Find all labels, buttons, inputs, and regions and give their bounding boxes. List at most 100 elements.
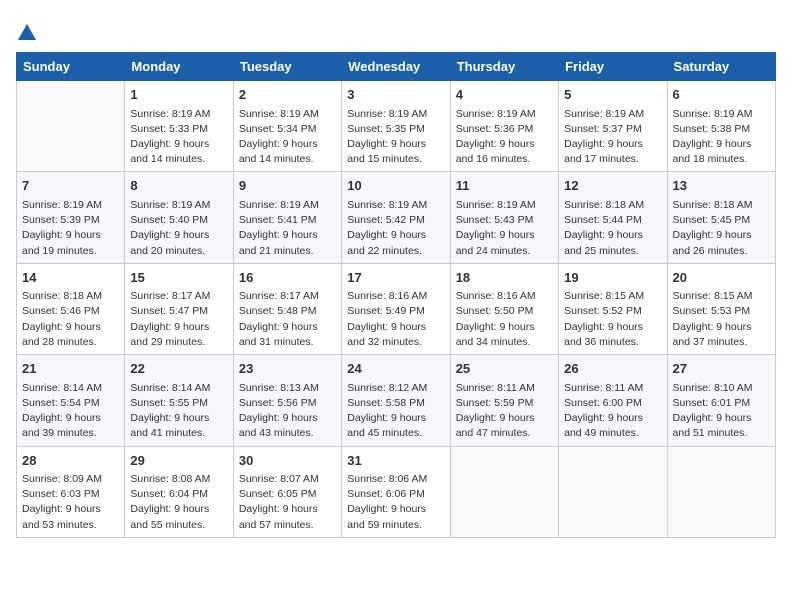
day-info-line: and 18 minutes. <box>673 152 770 167</box>
week-row-5: 28Sunrise: 8:09 AMSunset: 6:03 PM Dayligh… <box>17 446 776 537</box>
day-info-line: Sunrise: 8:15 AM <box>673 289 770 304</box>
col-header-friday: Friday <box>559 53 667 81</box>
day-info-line: and 14 minutes. <box>239 152 336 167</box>
day-cell: 10Sunrise: 8:19 AMSunset: 5:42 PMDayligh… <box>342 172 450 263</box>
day-info-line: Daylight: 9 hours <box>456 320 553 335</box>
day-info-line: Sunrise: 8:19 AM <box>347 198 444 213</box>
day-cell: 8Sunrise: 8:19 AMSunset: 5:40 PMDaylight… <box>125 172 233 263</box>
day-cell: 26Sunrise: 8:11 AMSunset: 6:00 PMDayligh… <box>559 355 667 446</box>
day-info-line: and 28 minutes. <box>22 335 119 350</box>
day-number: 24 <box>347 359 444 379</box>
day-info-line: and 22 minutes. <box>347 244 444 259</box>
day-info-line: and 14 minutes. <box>130 152 227 167</box>
day-number: 7 <box>22 176 119 196</box>
day-number: 2 <box>239 85 336 105</box>
day-info-line: Sunrise: 8:19 AM <box>347 107 444 122</box>
day-cell: 11Sunrise: 8:19 AMSunset: 5:43 PMDayligh… <box>450 172 558 263</box>
day-info-line: Sunrise: 8:17 AM <box>130 289 227 304</box>
day-info-line: Sunset: 5:50 PM <box>456 304 553 319</box>
col-header-wednesday: Wednesday <box>342 53 450 81</box>
day-number: 30 <box>239 451 336 471</box>
day-info-line: Sunset: 5:39 PM <box>22 213 119 228</box>
col-header-tuesday: Tuesday <box>233 53 341 81</box>
day-info-line: Sunset: 6:03 PM <box>22 487 119 502</box>
day-info-line: Sunset: 5:41 PM <box>239 213 336 228</box>
day-info-line: Daylight: 9 hours <box>347 228 444 243</box>
day-cell: 25Sunrise: 8:11 AMSunset: 5:59 PMDayligh… <box>450 355 558 446</box>
day-info-line: Sunset: 6:00 PM <box>564 396 661 411</box>
day-info-line: Daylight: 9 hours <box>673 411 770 426</box>
day-info-line: Daylight: 9 hours <box>130 502 227 517</box>
day-info-line: Sunset: 5:35 PM <box>347 122 444 137</box>
day-info-line: Sunset: 5:33 PM <box>130 122 227 137</box>
day-info-line: Sunset: 5:59 PM <box>456 396 553 411</box>
day-info-line: and 55 minutes. <box>130 518 227 533</box>
day-cell: 3Sunrise: 8:19 AMSunset: 5:35 PMDaylight… <box>342 81 450 172</box>
day-info-line: and 37 minutes. <box>673 335 770 350</box>
day-info-line: Daylight: 9 hours <box>22 320 119 335</box>
day-info-line: Sunrise: 8:18 AM <box>673 198 770 213</box>
week-row-4: 21Sunrise: 8:14 AMSunset: 5:54 PMDayligh… <box>17 355 776 446</box>
day-info-line: Sunrise: 8:17 AM <box>239 289 336 304</box>
day-info-line: Sunrise: 8:19 AM <box>22 198 119 213</box>
day-info-line: Daylight: 9 hours <box>564 228 661 243</box>
day-info-line: Daylight: 9 hours <box>130 320 227 335</box>
col-header-sunday: Sunday <box>17 53 125 81</box>
day-cell: 4Sunrise: 8:19 AMSunset: 5:36 PMDaylight… <box>450 81 558 172</box>
day-info-line: and 17 minutes. <box>564 152 661 167</box>
day-info-line: Daylight: 9 hours <box>130 411 227 426</box>
day-info-line: Sunrise: 8:09 AM <box>22 472 119 487</box>
day-info-line: Sunset: 5:56 PM <box>239 396 336 411</box>
day-info-line: and 19 minutes. <box>22 244 119 259</box>
day-info-line: Sunrise: 8:19 AM <box>239 107 336 122</box>
day-number: 15 <box>130 268 227 288</box>
day-cell: 12Sunrise: 8:18 AMSunset: 5:44 PMDayligh… <box>559 172 667 263</box>
day-info-line: Daylight: 9 hours <box>564 320 661 335</box>
day-info-line: and 53 minutes. <box>22 518 119 533</box>
day-info-line: Sunset: 6:01 PM <box>673 396 770 411</box>
day-info-line: Sunrise: 8:06 AM <box>347 472 444 487</box>
day-info-line: Daylight: 9 hours <box>130 137 227 152</box>
day-cell <box>17 81 125 172</box>
day-number: 12 <box>564 176 661 196</box>
day-info-line: Sunset: 5:37 PM <box>564 122 661 137</box>
day-info-line: Sunrise: 8:12 AM <box>347 381 444 396</box>
day-info-line: Sunrise: 8:16 AM <box>456 289 553 304</box>
day-number: 3 <box>347 85 444 105</box>
day-info-line: and 36 minutes. <box>564 335 661 350</box>
day-number: 13 <box>673 176 770 196</box>
day-info-line: Sunset: 5:53 PM <box>673 304 770 319</box>
day-cell: 22Sunrise: 8:14 AMSunset: 5:55 PMDayligh… <box>125 355 233 446</box>
day-info-line: Sunset: 5:36 PM <box>456 122 553 137</box>
day-number: 11 <box>456 176 553 196</box>
day-info-line: Daylight: 9 hours <box>456 411 553 426</box>
day-info-line: Sunrise: 8:15 AM <box>564 289 661 304</box>
day-info-line: and 16 minutes. <box>456 152 553 167</box>
day-number: 18 <box>456 268 553 288</box>
day-info-line: Sunrise: 8:19 AM <box>673 107 770 122</box>
day-info-line: Daylight: 9 hours <box>673 228 770 243</box>
day-cell: 24 Sunrise: 8:12 AMSunset: 5:58 PMDayligh… <box>342 355 450 446</box>
day-info-line: Sunrise: 8:18 AM <box>22 289 119 304</box>
day-info-line: Sunrise: 8:07 AM <box>239 472 336 487</box>
day-number: 17 <box>347 268 444 288</box>
day-info-line: and 45 minutes. <box>347 426 444 441</box>
day-info-line: Sunrise: 8:16 AM <box>347 289 444 304</box>
day-info-line: Sunset: 5:58 PM <box>347 396 444 411</box>
day-info-line: Daylight: 9 hours <box>564 137 661 152</box>
day-info-line: Daylight: 9 hours <box>239 137 336 152</box>
day-info-line: and 24 minutes. <box>456 244 553 259</box>
day-cell <box>667 446 775 537</box>
day-cell: 29Sunrise: 8:08 AMSunset: 6:04 PMDayligh… <box>125 446 233 537</box>
day-info-line: Sunset: 5:48 PM <box>239 304 336 319</box>
day-number: 28 <box>22 451 119 471</box>
day-info-line: Daylight: 9 hours <box>456 137 553 152</box>
day-info-line: Sunrise: 8:19 AM <box>239 198 336 213</box>
day-info-line: Sunrise: 8:10 AM <box>673 381 770 396</box>
day-info-line: Sunrise: 8:14 AM <box>22 381 119 396</box>
day-info-line: Sunset: 5:42 PM <box>347 213 444 228</box>
day-info-line: Daylight: 9 hours <box>347 411 444 426</box>
day-number: 27 <box>673 359 770 379</box>
day-info-line: Daylight: 9 hours <box>239 502 336 517</box>
day-cell: 21Sunrise: 8:14 AMSunset: 5:54 PMDayligh… <box>17 355 125 446</box>
